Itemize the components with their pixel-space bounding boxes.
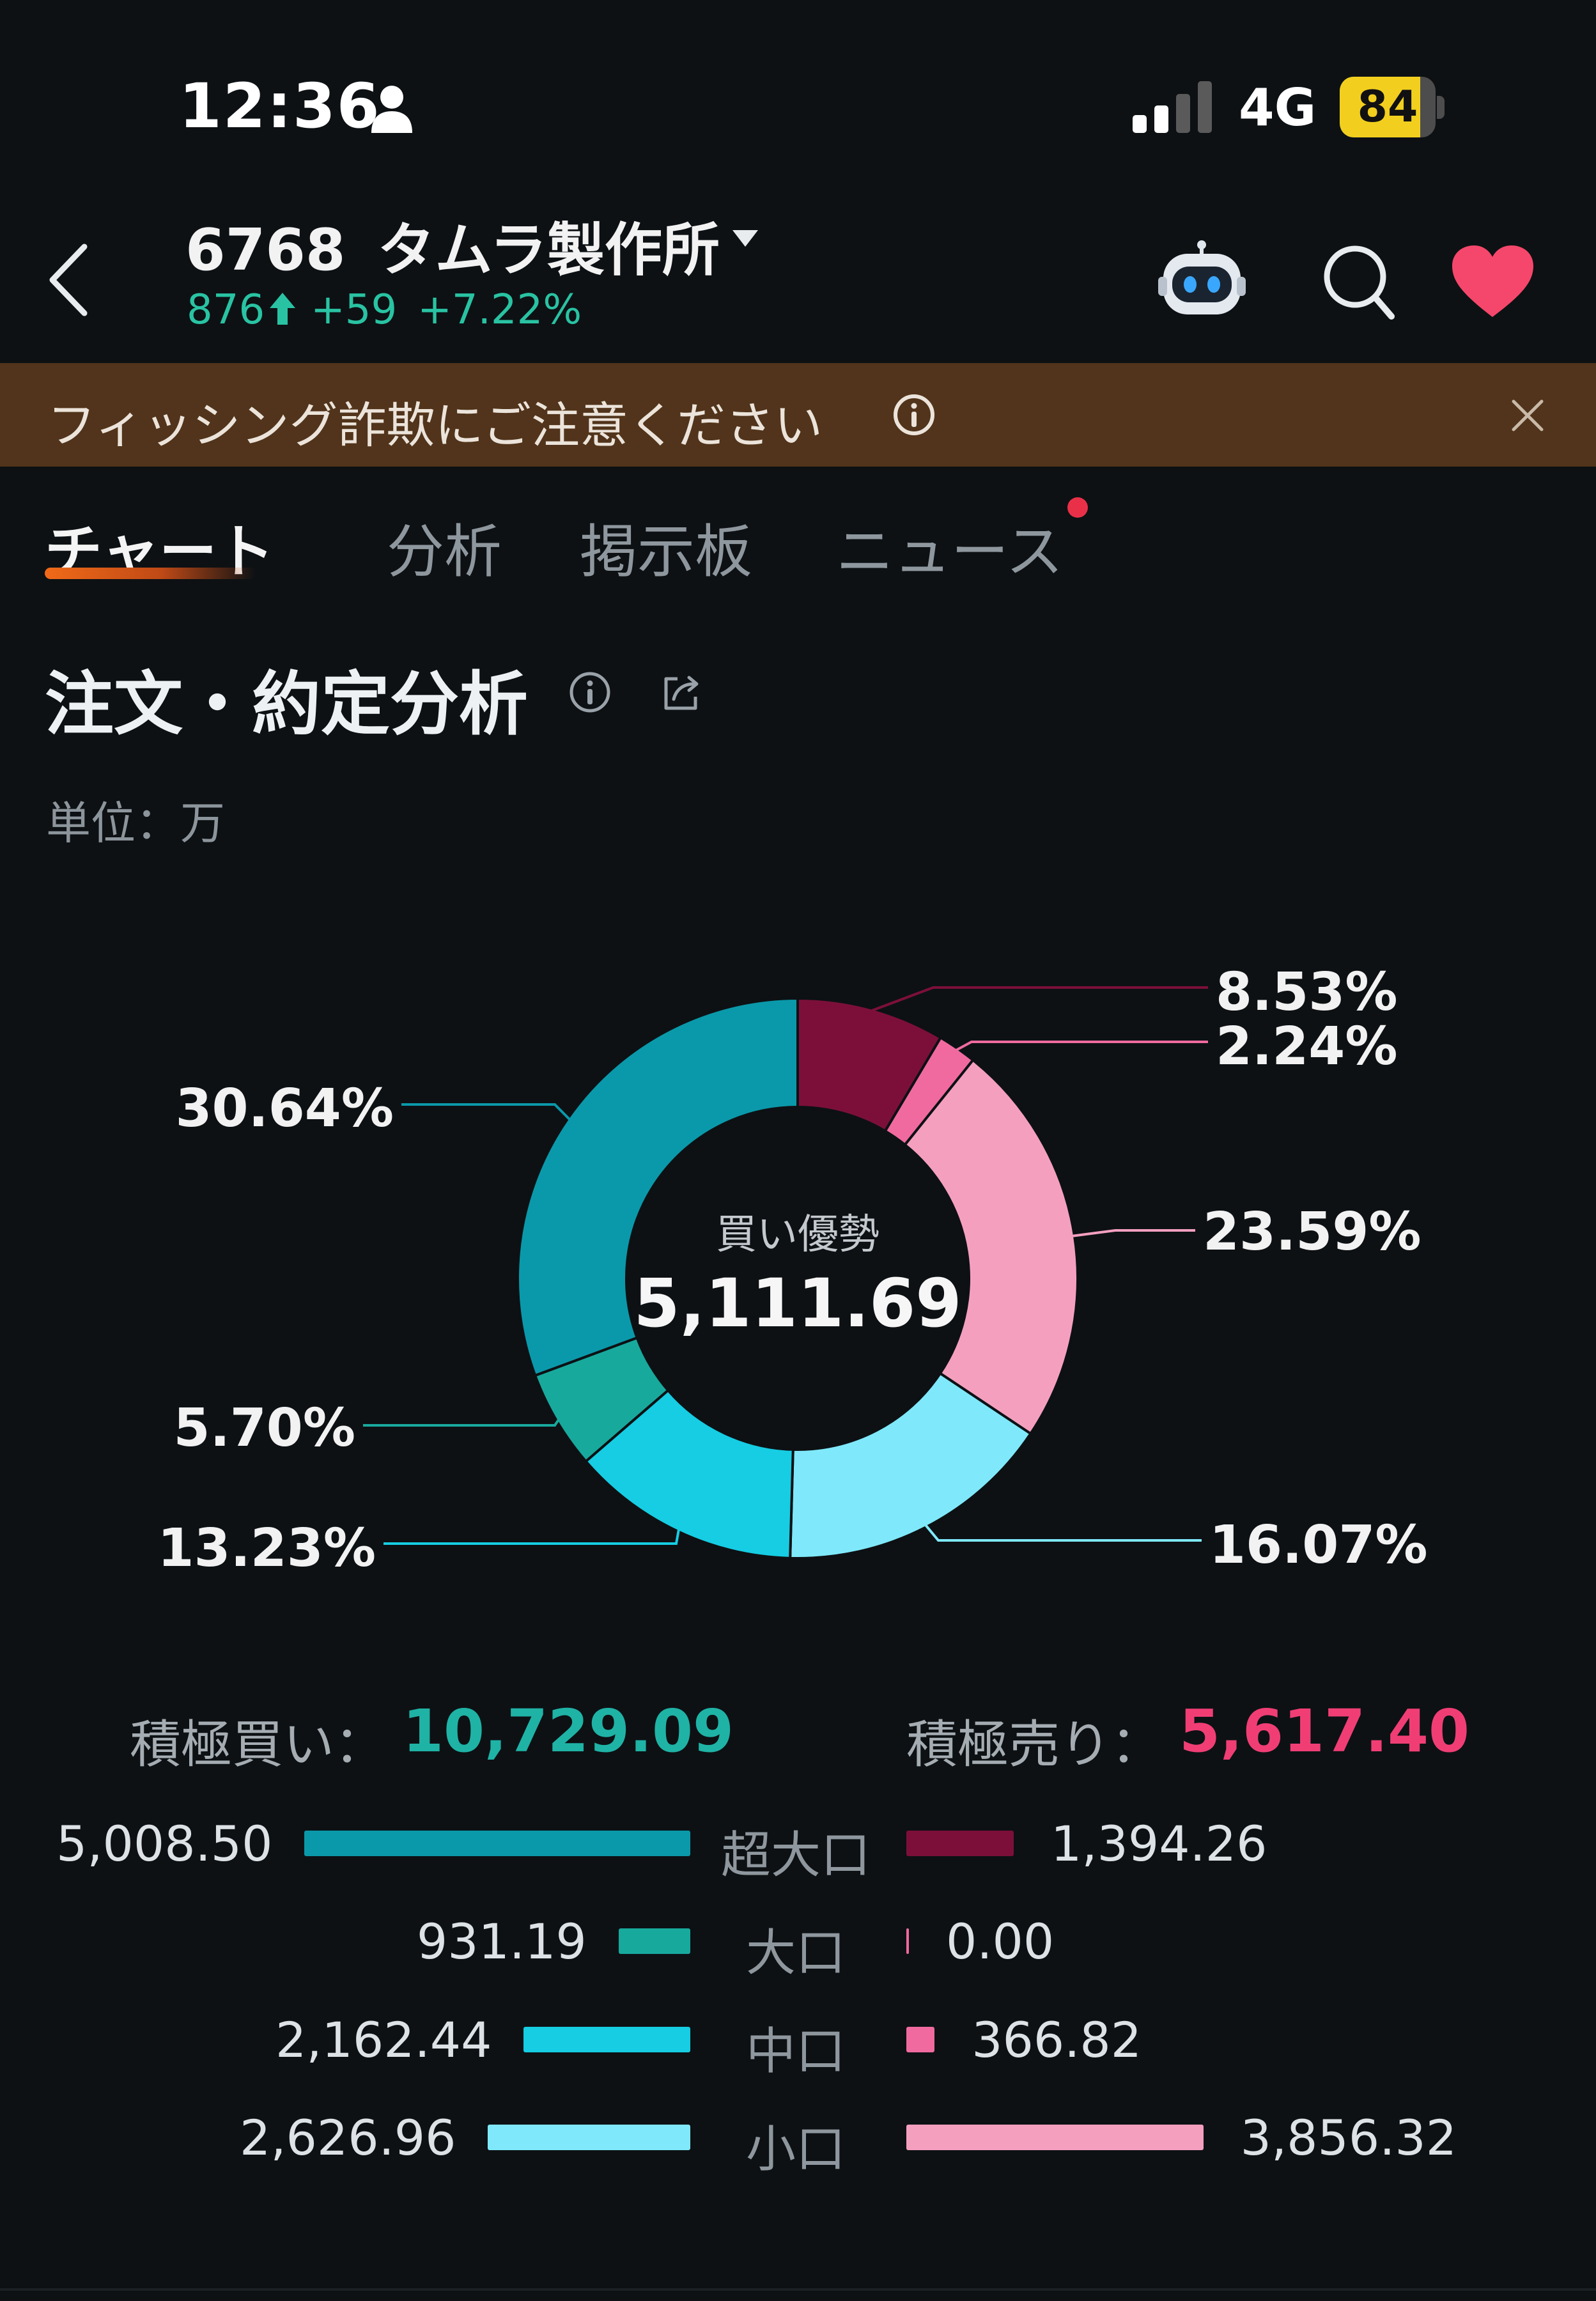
buy-volume-bar (488, 2125, 690, 2150)
donut-slice-label: 16.07% (1209, 1515, 1428, 1576)
buy-volume-bar (618, 1928, 690, 1954)
notification-dot (1067, 497, 1088, 518)
order-size-category: 超大口 (720, 1827, 871, 1884)
donut-leader-line (1071, 1229, 1195, 1237)
donut-leader-line (401, 1103, 571, 1121)
stock-title[interactable]: 6768 タムラ製作所 (185, 203, 720, 286)
section-title: 注文・約定分析 (45, 665, 529, 745)
phishing-warning-banner: フィッシング詐欺にご注意ください (0, 363, 1596, 467)
order-size-category: 大口 (745, 1925, 846, 1982)
donut-leader-line (955, 1041, 1208, 1052)
sell-volume-value: 366.82 (972, 2011, 1142, 2068)
stock-price: 876 (187, 286, 265, 334)
buy-volume-bar (523, 2027, 690, 2052)
sell-volume-value: 1,394.26 (1051, 1815, 1267, 1872)
donut-slice-label: 8.53% (1216, 962, 1397, 1023)
buy-volume-value: 2,162.44 (275, 2011, 492, 2068)
ai-assistant-robot-icon[interactable] (1156, 240, 1248, 320)
share-icon[interactable] (660, 670, 704, 715)
aggressive-sell-value: 5,617.40 (1179, 1697, 1469, 1765)
sell-volume-value: 3,856.32 (1240, 2109, 1457, 2166)
donut-leader-line (924, 1524, 1202, 1542)
donut-slice-label: 5.70% (174, 1398, 355, 1459)
donut-leader-line (871, 986, 1208, 1012)
buy-volume-value: 5,008.50 (56, 1815, 273, 1872)
buy-volume-bar (304, 1831, 690, 1856)
stock-name: タムラ製作所 (377, 217, 720, 284)
buy-volume-value: 931.19 (416, 1913, 587, 1970)
battery-level: 84 (1357, 82, 1418, 132)
favorite-heart-icon[interactable] (1450, 243, 1536, 320)
donut-slice-label: 23.59% (1203, 1202, 1422, 1262)
donut-leader-line (363, 1418, 560, 1427)
tab-message-board[interactable]: 掲示板 (580, 505, 752, 588)
sell-volume-bar (906, 2027, 935, 2052)
buy-volume-value: 2,626.96 (240, 2109, 456, 2166)
person-icon (371, 86, 412, 133)
sell-volume-bar (906, 2125, 1204, 2150)
stock-code: 6768 (185, 217, 346, 284)
stock-quote: 876 +59 +7.22% (187, 286, 582, 334)
sell-volume-bar (906, 1831, 1014, 1856)
donut-slice-label: 13.23% (157, 1518, 376, 1579)
aggressive-buy-label: 積極買い： (130, 1715, 385, 1774)
cellular-signal-icon (1133, 81, 1212, 133)
tab-news[interactable]: ニュース (836, 505, 1064, 588)
unit-label: 単位：万 (46, 797, 225, 849)
active-tab-indicator (45, 568, 256, 579)
banner-text: フィッシング詐欺にご注意ください (47, 397, 823, 454)
donut-center-value: 5,111.69 (633, 1264, 962, 1342)
info-icon[interactable] (892, 392, 936, 437)
donut-slice-label: 30.64% (175, 1078, 394, 1139)
tab-analysis[interactable]: 分析 (387, 505, 502, 588)
back-chevron-icon[interactable] (45, 242, 96, 318)
order-size-category: 小口 (745, 2121, 846, 2178)
bottom-divider (0, 2288, 1596, 2291)
network-type: 4G (1239, 78, 1317, 137)
battery-icon: 84 (1340, 77, 1445, 137)
price-change-percent: +7.22% (417, 286, 582, 334)
status-time: 12:36 (179, 70, 381, 142)
aggressive-buy-value: 10,729.09 (403, 1697, 734, 1765)
aggressive-sell-label: 積極売り： (906, 1715, 1162, 1774)
order-size-category: 中口 (745, 2023, 846, 2080)
caret-down-icon[interactable] (731, 228, 760, 249)
donut-center-label: 買い優勢 (716, 1211, 879, 1259)
price-change: +59 (311, 286, 398, 334)
donut-leader-line (384, 1528, 681, 1545)
sell-volume-value: 0.00 (946, 1913, 1055, 1970)
up-arrow-icon (270, 293, 296, 325)
close-icon[interactable] (1508, 396, 1547, 435)
sell-volume-bar (906, 1928, 909, 1954)
info-icon[interactable] (568, 670, 612, 715)
donut-slice-label: 2.24% (1216, 1016, 1397, 1077)
search-icon[interactable] (1320, 240, 1397, 323)
